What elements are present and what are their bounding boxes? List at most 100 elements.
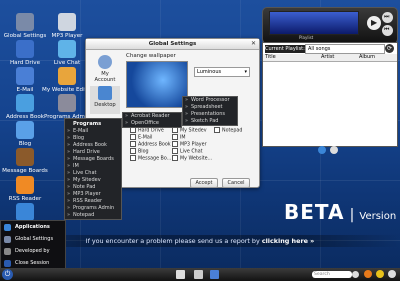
start-menu-item[interactable]: Global Settings bbox=[1, 233, 65, 245]
sidebar-item-my-account[interactable]: My Account bbox=[90, 55, 120, 83]
search-input[interactable]: Search bbox=[312, 271, 352, 278]
menu-item[interactable]: Sketch Pad bbox=[183, 118, 237, 125]
desktop-icon-label: Blog bbox=[18, 141, 32, 147]
menu-item[interactable]: Acrobat Reader bbox=[123, 113, 181, 120]
menu-item[interactable]: Note Pad bbox=[65, 184, 121, 191]
play-button[interactable]: ▶ bbox=[367, 16, 381, 30]
beta-big: BETA bbox=[284, 200, 345, 224]
start-menu-item[interactable]: Developed by bbox=[1, 245, 65, 257]
start-button[interactable]: ⏻ bbox=[2, 269, 13, 280]
menu-item[interactable]: Word Processor bbox=[183, 97, 237, 104]
sidebar-item-desktop[interactable]: Desktop bbox=[90, 86, 120, 114]
app-checkbox[interactable]: My Sitedev bbox=[172, 127, 212, 134]
cancel-button[interactable]: Cancel bbox=[222, 178, 250, 188]
menu-item[interactable]: Live Chat bbox=[65, 170, 121, 177]
settings-icon bbox=[16, 13, 34, 31]
playlist-refresh-icon[interactable]: ⟳ bbox=[385, 44, 394, 53]
start-menu-item[interactable]: Applications bbox=[1, 221, 65, 233]
start-menu-item-icon bbox=[4, 236, 11, 243]
start-menu-item-label: Applications bbox=[15, 224, 50, 230]
app-checkbox[interactable]: Notepad bbox=[214, 127, 242, 134]
visualizer bbox=[269, 11, 359, 35]
app-checkbox[interactable]: MP3 Player bbox=[172, 141, 212, 148]
apps-col-3: Notepad bbox=[214, 127, 242, 134]
app-checkbox[interactable]: Address Book bbox=[130, 141, 171, 148]
menu-item[interactable]: Presentations bbox=[183, 111, 237, 118]
playlist-select-value: All songs bbox=[308, 46, 331, 52]
menu-item[interactable]: Message Boards bbox=[65, 156, 121, 163]
desktop-icon-music[interactable]: MP3 Player bbox=[42, 13, 92, 39]
app-checkbox-label: Address Book bbox=[138, 142, 171, 148]
app-checkbox-label: My Sitedev bbox=[180, 128, 207, 134]
app-checkbox[interactable]: Blog bbox=[130, 148, 171, 155]
next-button[interactable]: ⏭ bbox=[382, 12, 393, 23]
wallpaper-preview bbox=[126, 61, 188, 108]
app-checkbox[interactable]: Hard Drive bbox=[130, 127, 171, 134]
start-menu: Applications Global Settings Developed by C… bbox=[0, 220, 66, 270]
shuffle-icon[interactable] bbox=[318, 146, 326, 154]
current-playlist-label: Current Playlist: bbox=[265, 45, 305, 53]
menu-item[interactable]: Spreadsheet bbox=[183, 104, 237, 111]
app-checkbox[interactable]: Message Bo... bbox=[130, 155, 171, 162]
report-link[interactable]: clicking here » bbox=[262, 237, 314, 245]
app-checkbox-label: MP3 Player bbox=[180, 142, 207, 148]
app-checkbox-label: Notepad bbox=[222, 128, 243, 134]
menu-item[interactable]: OpenOffice bbox=[123, 120, 181, 127]
taskbar-window-icon[interactable] bbox=[176, 270, 185, 279]
chat-icon bbox=[58, 40, 76, 58]
settings-sidebar: My Account Desktop bbox=[90, 53, 120, 117]
menu-item[interactable]: MP3 Player bbox=[65, 191, 121, 198]
chevron-down-icon: ▾ bbox=[244, 69, 247, 75]
programs-menu-title: Programs bbox=[73, 121, 102, 127]
start-menu-item-icon bbox=[4, 260, 11, 267]
taskbar-email-icon[interactable] bbox=[210, 270, 219, 279]
menu-item[interactable]: Programs Admin bbox=[65, 205, 121, 212]
app-checkbox[interactable]: My Website... bbox=[172, 155, 212, 162]
checkbox-icon bbox=[130, 141, 136, 147]
col-artist[interactable]: Artist bbox=[321, 54, 334, 61]
checkbox-icon bbox=[172, 134, 178, 140]
accept-button[interactable]: Accept bbox=[190, 178, 218, 188]
playlist-select[interactable]: All songs bbox=[305, 44, 385, 54]
account-icon bbox=[98, 55, 112, 69]
app-checkbox-label: My Website... bbox=[180, 156, 213, 162]
menu-item[interactable]: My Sitedev bbox=[65, 177, 121, 184]
tray-icon[interactable] bbox=[376, 270, 384, 278]
prev-button[interactable]: ⏮ bbox=[382, 25, 393, 36]
repeat-icon[interactable] bbox=[330, 146, 338, 154]
status-icon[interactable] bbox=[364, 270, 372, 278]
menu-item[interactable]: Notepad bbox=[65, 212, 121, 219]
taskbar-app-icon[interactable] bbox=[194, 270, 203, 279]
wallpaper-select[interactable]: Luminous ▾ bbox=[194, 67, 250, 77]
menu-item[interactable]: E-Mail bbox=[65, 128, 121, 135]
menu-item[interactable]: Blog bbox=[65, 135, 121, 142]
search-icon[interactable] bbox=[352, 271, 359, 278]
tray-info-icon[interactable] bbox=[388, 270, 396, 278]
desktop-icon-rss[interactable]: RSS Reader bbox=[0, 176, 50, 202]
app-checkbox-label: Hard Drive bbox=[138, 128, 164, 134]
app-checkbox-label: IM bbox=[180, 135, 186, 141]
app-checkbox[interactable]: IM bbox=[172, 134, 212, 141]
desktop-icon-blog[interactable]: Blog bbox=[0, 121, 50, 147]
close-icon[interactable]: ✕ bbox=[251, 41, 256, 47]
desktop-icon-label: MP3 Player bbox=[51, 33, 83, 39]
menu-item[interactable]: IM bbox=[65, 163, 121, 170]
playlist-title: Playlist bbox=[299, 35, 314, 40]
checkbox-icon bbox=[130, 155, 136, 161]
col-album[interactable]: Album bbox=[359, 54, 375, 61]
apps-col-1: Hard Drive E-Mail Address Book Blog Message … bbox=[130, 127, 171, 162]
apps-col-2: My Sitedev IM MP3 Player Live Chat My Websit… bbox=[172, 127, 212, 162]
menu-item[interactable]: Address Book bbox=[65, 142, 121, 149]
wallpaper-label: Change wallpaper bbox=[126, 53, 176, 59]
rss-icon bbox=[16, 176, 34, 194]
desktop-icon-message-boards[interactable]: Message Boards bbox=[0, 148, 50, 174]
message-boards-icon bbox=[16, 148, 34, 166]
app-checkbox[interactable]: Live Chat bbox=[172, 148, 212, 155]
menu-item[interactable]: Hard Drive bbox=[65, 149, 121, 156]
col-title[interactable]: Title bbox=[265, 54, 276, 61]
play-icon: ▶ bbox=[371, 18, 378, 27]
app-checkbox[interactable]: E-Mail bbox=[130, 134, 171, 141]
checkbox-icon bbox=[172, 155, 178, 161]
menu-item[interactable]: RSS Reader bbox=[65, 198, 121, 205]
app-checkbox-label: Blog bbox=[138, 149, 149, 155]
